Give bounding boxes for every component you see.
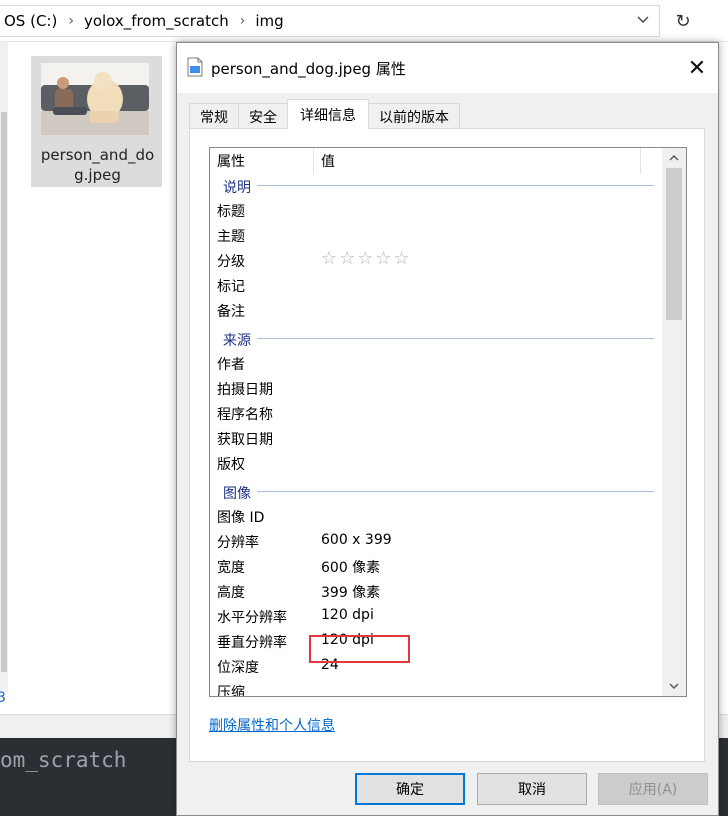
- property-row[interactable]: 获取日期: [210, 426, 662, 451]
- property-row[interactable]: 高度 399 像素: [210, 579, 662, 604]
- property-row[interactable]: 图像 ID: [210, 504, 662, 529]
- group-label: 来源: [223, 330, 257, 350]
- file-item[interactable]: person_and_dog.jpeg: [31, 56, 162, 187]
- property-row[interactable]: 程序名称: [210, 401, 662, 426]
- property-key: 压缩: [217, 685, 245, 697]
- property-row[interactable]: 作者: [210, 351, 662, 376]
- property-value[interactable]: 120 dpi: [321, 607, 374, 623]
- property-key: 版权: [217, 457, 245, 473]
- property-row[interactable]: 拍摄日期: [210, 376, 662, 401]
- title-bar[interactable]: person_and_dog.jpeg 属性 ✕: [177, 43, 718, 93]
- details-panel: 属性 值 说明 标题 主题 分级 ☆☆☆☆☆ 标记 备注 来源 作者 拍摄日期 …: [189, 128, 705, 762]
- property-key: 作者: [217, 357, 245, 373]
- resolution-value[interactable]: 600 x 399: [321, 532, 392, 548]
- property-key: 拍摄日期: [217, 382, 273, 398]
- property-key: 图像 ID: [217, 510, 265, 526]
- property-row[interactable]: 标题: [210, 198, 662, 223]
- apply-button[interactable]: 应用(A): [598, 773, 708, 805]
- property-list[interactable]: 属性 值 说明 标题 主题 分级 ☆☆☆☆☆ 标记 备注 来源 作者 拍摄日期 …: [209, 147, 687, 697]
- property-key: 宽度: [217, 560, 245, 576]
- property-row[interactable]: 宽度 600 像素: [210, 554, 662, 579]
- scroll-thumb[interactable]: [1, 112, 7, 672]
- property-key: 标题: [217, 204, 245, 220]
- breadcrumb-drive[interactable]: OS (C:): [4, 12, 64, 30]
- property-row[interactable]: 备注: [210, 298, 662, 323]
- property-rows: 说明 标题 主题 分级 ☆☆☆☆☆ 标记 备注 来源 作者 拍摄日期 程序名称 获…: [210, 174, 662, 697]
- group-divider: [256, 491, 654, 492]
- group-label: 说明: [223, 177, 257, 197]
- scroll-thumb[interactable]: [666, 168, 682, 320]
- cancel-button[interactable]: 取消: [477, 773, 587, 805]
- chevron-down-icon[interactable]: [628, 6, 658, 34]
- property-key: 备注: [217, 304, 245, 320]
- dialog-title: person_and_dog.jpeg 属性: [211, 60, 406, 78]
- dialog-buttons: 确定 取消 应用(A): [177, 771, 718, 811]
- column-header-value[interactable]: 值: [314, 148, 641, 174]
- group-header: 来源: [210, 327, 662, 351]
- terminal-text: om_scratch: [0, 748, 127, 772]
- refresh-icon[interactable]: ↻: [668, 6, 698, 36]
- properties-dialog: person_and_dog.jpeg 属性 ✕ 常规 安全 详细信息 以前的版…: [176, 42, 719, 816]
- column-header-property[interactable]: 属性: [210, 148, 314, 174]
- scroll-up-icon[interactable]: [662, 148, 686, 168]
- address-bar: OS (C:) › yolox_from_scratch › img ↻: [0, 0, 728, 42]
- property-key: 垂直分辨率: [217, 635, 287, 651]
- property-row[interactable]: 水平分辨率 120 dpi: [210, 604, 662, 629]
- property-row[interactable]: 分级 ☆☆☆☆☆: [210, 248, 662, 273]
- file-name: person_and_dog.jpeg: [40, 146, 155, 184]
- property-key: 程序名称: [217, 407, 273, 423]
- tab-general[interactable]: 常规: [189, 103, 239, 129]
- left-pane-fragment: 3: [0, 690, 6, 706]
- ok-button[interactable]: 确定: [355, 773, 465, 805]
- group-header: 图像: [210, 480, 662, 504]
- property-row[interactable]: 垂直分辨率 120 dpi: [210, 629, 662, 654]
- property-row[interactable]: 分辨率 600 x 399: [210, 529, 662, 554]
- close-icon[interactable]: ✕: [677, 51, 717, 85]
- file-icon: [187, 57, 203, 77]
- rating-stars[interactable]: ☆☆☆☆☆: [321, 248, 412, 269]
- chevron-right-icon[interactable]: ›: [236, 13, 256, 29]
- group-divider: [256, 185, 654, 186]
- property-row[interactable]: 标记: [210, 273, 662, 298]
- tab-security[interactable]: 安全: [238, 103, 288, 129]
- property-value[interactable]: 600 像素: [321, 557, 380, 577]
- property-key: 位深度: [217, 660, 259, 676]
- breadcrumb-folder[interactable]: img: [255, 12, 290, 30]
- property-key: 高度: [217, 585, 245, 601]
- property-row[interactable]: 位深度 24: [210, 654, 662, 679]
- breadcrumb-project[interactable]: yolox_from_scratch: [84, 12, 236, 30]
- property-row[interactable]: 主题: [210, 223, 662, 248]
- group-label: 图像: [223, 483, 257, 503]
- chevron-right-icon[interactable]: ›: [64, 13, 84, 29]
- property-key: 标记: [217, 279, 245, 295]
- scroll-down-icon[interactable]: [662, 676, 686, 696]
- property-row[interactable]: 压缩: [210, 679, 662, 697]
- list-header: 属性 值: [210, 148, 660, 174]
- tab-details[interactable]: 详细信息: [287, 99, 369, 129]
- resolution-highlight-box: [309, 635, 410, 663]
- property-key: 分辨率: [217, 535, 259, 551]
- property-key: 主题: [217, 229, 245, 245]
- property-key: 分级: [217, 254, 245, 270]
- group-header: 说明: [210, 174, 662, 198]
- tab-previous-versions[interactable]: 以前的版本: [368, 103, 460, 129]
- address-path[interactable]: OS (C:) › yolox_from_scratch › img: [0, 5, 660, 37]
- remove-properties-link[interactable]: 删除属性和个人信息: [209, 715, 335, 735]
- list-scrollbar[interactable]: [662, 148, 686, 696]
- file-thumbnail: [41, 63, 149, 135]
- tab-strip: 常规 安全 详细信息 以前的版本: [189, 99, 460, 129]
- group-divider: [256, 338, 654, 339]
- property-row[interactable]: 版权: [210, 451, 662, 476]
- property-value[interactable]: 399 像素: [321, 582, 380, 602]
- property-key: 获取日期: [217, 432, 273, 448]
- property-key: 水平分辨率: [217, 610, 287, 626]
- explorer-scrollbar[interactable]: [0, 42, 8, 692]
